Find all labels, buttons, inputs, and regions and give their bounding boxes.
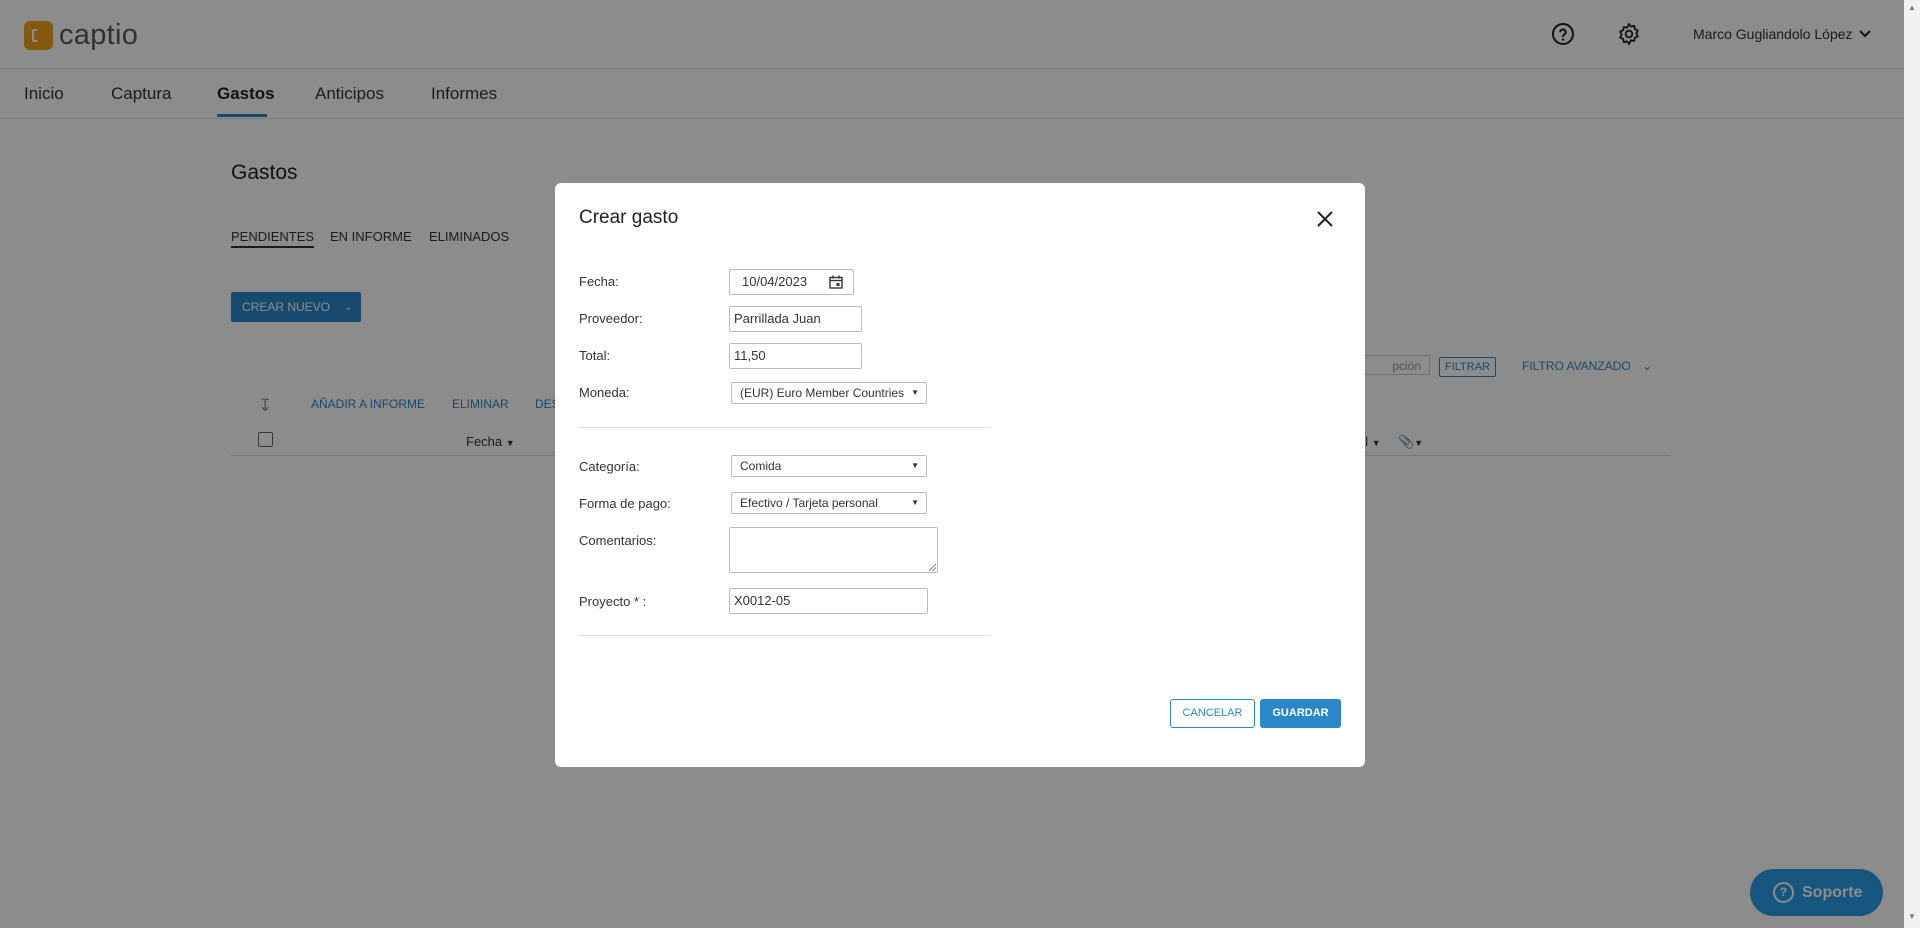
payment-method-value: Efectivo / Tarjeta personal <box>740 496 878 510</box>
scroll-up-arrow-icon[interactable]: ▲ <box>1908 3 1916 12</box>
dialog-title: Crear gasto <box>579 207 679 228</box>
caret-down-icon: ▼ <box>911 461 919 470</box>
date-value: 10/04/2023 <box>742 274 808 289</box>
section-divider <box>579 427 991 428</box>
category-select[interactable]: Comida ▼ <box>731 455 927 477</box>
proveedor-label: Proveedor: <box>579 311 643 326</box>
moneda-label: Moneda: <box>579 385 630 400</box>
supplier-input[interactable]: Parrillada Juan <box>729 306 862 332</box>
payment-method-select[interactable]: Efectivo / Tarjeta personal ▼ <box>731 492 927 514</box>
currency-value: (EUR) Euro Member Countries <box>740 386 905 400</box>
save-button[interactable]: GUARDAR <box>1260 699 1341 728</box>
caret-down-icon: ▼ <box>911 498 919 507</box>
comentarios-label: Comentarios: <box>579 533 657 548</box>
project-input[interactable]: X0012-05 <box>729 588 928 614</box>
proyecto-label: Proyecto * : <box>579 594 647 609</box>
total-input[interactable]: 11,50 <box>729 343 862 369</box>
page-scrollbar[interactable]: ▲ ▼ <box>1904 0 1920 928</box>
resize-handle-icon[interactable] <box>929 564 936 571</box>
scroll-down-arrow-icon[interactable]: ▼ <box>1908 912 1916 921</box>
fecha-label: Fecha: <box>579 274 619 289</box>
comments-textarea[interactable] <box>729 527 938 573</box>
create-expense-dialog: Crear gasto Fecha: 10/04/2023 Proveedor:… <box>555 183 1365 767</box>
category-value: Comida <box>740 459 782 473</box>
total-label: Total: <box>579 348 611 363</box>
close-icon[interactable] <box>1315 209 1335 229</box>
section-divider <box>579 635 991 636</box>
categoria-label: Categoría: <box>579 459 640 474</box>
date-field[interactable]: 10/04/2023 <box>729 269 854 295</box>
forma-pago-label: Forma de pago: <box>579 496 671 511</box>
calendar-icon[interactable] <box>829 275 843 289</box>
caret-down-icon: ▼ <box>911 388 919 397</box>
cancel-button[interactable]: CANCELAR <box>1170 699 1255 728</box>
currency-select[interactable]: (EUR) Euro Member Countries ▼ <box>731 382 927 404</box>
